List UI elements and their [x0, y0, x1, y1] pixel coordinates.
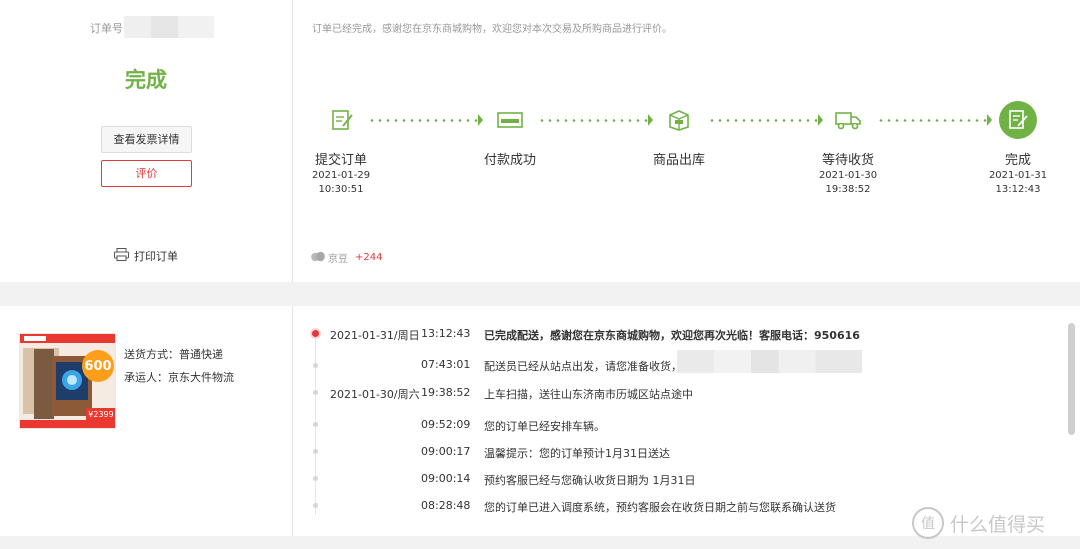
product-thumbnail[interactable]: 600 ¥2399 [19, 333, 116, 429]
watermark-text: 什么值得买 [950, 513, 1046, 536]
timeline-event: 温馨提示：您的订单预计1月31日送达 [484, 447, 670, 460]
timeline-dot [313, 449, 318, 454]
review-button[interactable]: 评价 [101, 160, 192, 187]
step-date: 2021-01-29 [311, 170, 371, 181]
order-notice: 订单已经完成，感谢您在京东商城购物，欢迎您对本次交易及所购商品进行评价。 [312, 24, 672, 35]
panel-divider [292, 306, 293, 536]
carrier: 承运人：京东大件物流 [124, 371, 234, 384]
step-timestamp: 2021-01-30 19:38:52 [803, 169, 893, 197]
timeline-dot [313, 422, 318, 427]
timeline-event: 已完成配送，感谢您在京东商城购物，欢迎您再次光临！客服电话：950616 [484, 329, 860, 342]
timeline-time: 09:00:14 [421, 472, 471, 485]
truck-icon [829, 101, 867, 139]
step-date: 2021-01-31 [988, 170, 1048, 181]
timeline-event: 预约客服已经与您确认收货日期为 1月31日 [484, 474, 696, 487]
edit-document-icon [324, 101, 362, 139]
card-icon [491, 101, 529, 139]
watermark: 值 什么值得买 [912, 507, 1045, 539]
timeline-dot [313, 476, 318, 481]
progress-connector [708, 119, 818, 122]
step-label: 等待收货 [821, 153, 874, 168]
progress-arrow [987, 114, 992, 126]
package-icon [660, 101, 698, 139]
jd-bean-label: 京豆 [328, 254, 348, 265]
order-status: 完成 [125, 68, 167, 92]
progress-connector [368, 119, 478, 122]
timeline-scrollbar[interactable] [1068, 323, 1075, 435]
timeline-date: 2021-01-31/周日 [330, 329, 420, 342]
step-time: 13:12:43 [995, 184, 1041, 195]
progress-arrow [818, 114, 823, 126]
step-label: 商品出库 [652, 153, 705, 168]
timeline-dot [313, 390, 318, 395]
timeline-event: 您的订单已经安排车辆。 [484, 420, 605, 433]
progress-arrow [648, 114, 653, 126]
timeline-event: 上车扫描，送往山东济南市历城区站点途中 [484, 388, 693, 401]
timeline-time: 09:52:09 [421, 418, 471, 431]
timeline-dot [313, 503, 318, 508]
timeline-dot [313, 363, 318, 368]
panel-divider [292, 0, 293, 282]
print-order-button[interactable]: 打印订单 [114, 248, 178, 264]
view-invoice-button[interactable]: 查看发票详情 [101, 126, 192, 153]
step-label: 付款成功 [483, 153, 536, 168]
progress-connector [538, 119, 648, 122]
timeline-event: 您的订单已进入调度系统，预约客服会在收货日期之前与您联系确认送货 [484, 501, 836, 514]
order-number-label: 订单号: [90, 22, 127, 35]
printer-icon [114, 248, 129, 264]
timeline-event: 配送员已经从站点出发，请您准备收货， [484, 360, 682, 373]
progress-connector [877, 119, 987, 122]
step-timestamp: 2021-01-29 10:30:51 [296, 169, 386, 197]
step-time: 10:30:51 [318, 184, 364, 195]
product-badge: 600 [84, 359, 111, 374]
step-date: 2021-01-30 [818, 170, 878, 181]
check-document-icon [999, 101, 1037, 139]
timeline-time: 08:28:48 [421, 499, 471, 512]
jd-bean-value: +244 [355, 252, 383, 263]
jd-bean-icon [311, 251, 325, 265]
progress-arrow [478, 114, 483, 126]
timeline-time: 07:43:01 [421, 358, 471, 371]
timeline-time: 09:00:17 [421, 445, 471, 458]
delivery-method: 送货方式：普通快递 [124, 348, 223, 361]
timeline-date: 2021-01-30/周六 [330, 388, 420, 401]
step-time: 19:38:52 [825, 184, 871, 195]
timeline-dot-current [312, 330, 319, 337]
product-price: ¥2399 [88, 410, 113, 419]
jd-bean-reward: 京豆 +244 [311, 250, 382, 265]
courier-info-redacted [677, 350, 862, 373]
timeline-time: 19:38:52 [421, 386, 471, 399]
order-number-redacted [124, 16, 214, 38]
step-timestamp: 2021-01-31 13:12:43 [973, 169, 1063, 197]
step-label: 提交订单 [314, 153, 367, 168]
watermark-logo-icon: 值 [912, 507, 944, 539]
print-order-label: 打印订单 [134, 250, 178, 263]
step-label: 完成 [1004, 153, 1031, 168]
timeline-time: 13:12:43 [421, 327, 471, 340]
